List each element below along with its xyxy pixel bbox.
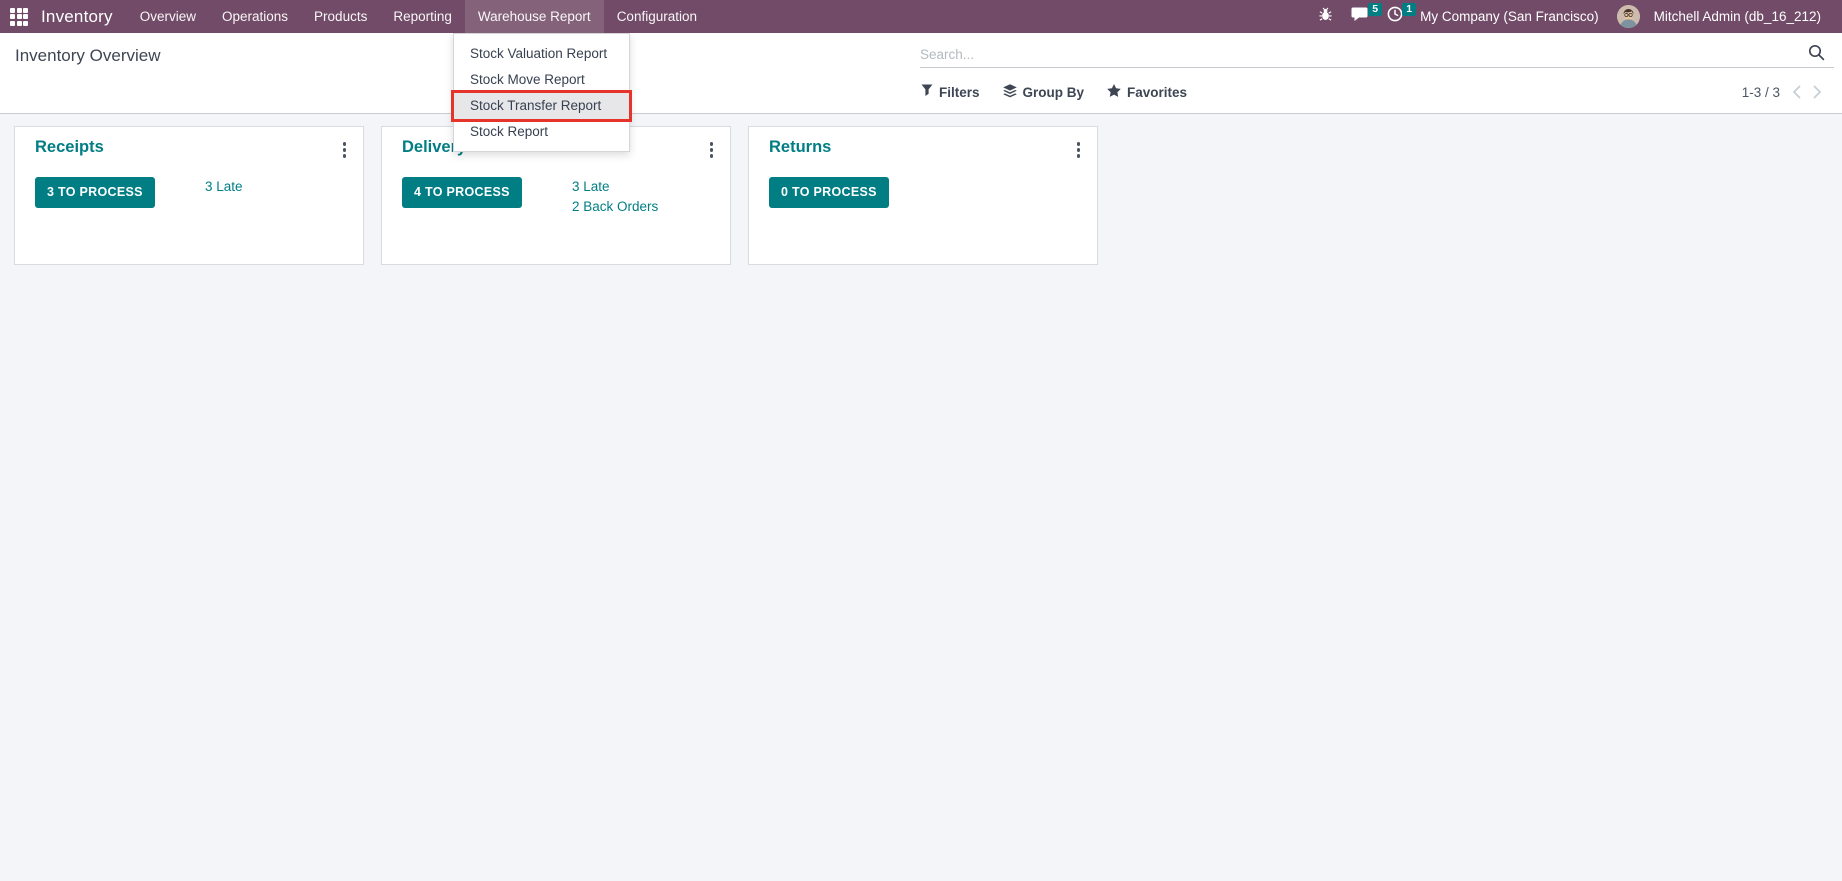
filter-funnel-icon: [921, 84, 933, 100]
dropdown-item-stock-move-report[interactable]: Stock Move Report: [454, 67, 629, 93]
pager: 1-3 / 3: [1742, 77, 1822, 107]
to-process-button[interactable]: 3 TO PROCESS: [35, 177, 155, 208]
menu-item-configuration[interactable]: Configuration: [604, 0, 710, 33]
debug-button[interactable]: [1309, 0, 1342, 33]
to-process-button[interactable]: 4 TO PROCESS: [402, 177, 522, 208]
dropdown-item-stock-valuation-report[interactable]: Stock Valuation Report: [454, 41, 629, 67]
clock-icon: [1387, 6, 1403, 27]
filters-label: Filters: [939, 85, 980, 100]
main-menu: Overview Operations Products Reporting W…: [127, 0, 710, 33]
apps-grid-icon: [10, 8, 28, 26]
systray: 5 1 My Company (San Francisco): [1309, 0, 1842, 33]
card-receipts: Receipts 3 TO PROCESS 3 Late: [14, 126, 364, 265]
card-returns: Returns 0 TO PROCESS: [748, 126, 1098, 265]
pager-previous-button[interactable]: [1792, 85, 1801, 99]
late-link[interactable]: 3 Late: [205, 179, 243, 194]
inventory-overview-page: Inventory Overview Operations Products R…: [0, 0, 1842, 881]
menu-item-products[interactable]: Products: [301, 0, 380, 33]
dropdown-item-stock-transfer-report[interactable]: Stock Transfer Report: [454, 93, 629, 119]
page-title: Inventory Overview: [15, 46, 161, 66]
favorites-label: Favorites: [1127, 85, 1187, 100]
user-avatar[interactable]: [1617, 5, 1640, 28]
search-facets: Filters Group By Favorit: [921, 77, 1187, 107]
star-icon: [1107, 84, 1121, 100]
menu-item-reporting[interactable]: Reporting: [380, 0, 465, 33]
filters-button[interactable]: Filters: [921, 84, 980, 100]
pager-value[interactable]: 1-3 / 3: [1742, 85, 1780, 100]
to-process-button[interactable]: 0 TO PROCESS: [769, 177, 889, 208]
menu-item-warehouse-report[interactable]: Warehouse Report: [465, 0, 604, 33]
warehouse-report-dropdown: Stock Valuation Report Stock Move Report…: [453, 33, 630, 152]
card-title[interactable]: Receipts: [35, 138, 104, 157]
menu-item-operations[interactable]: Operations: [209, 0, 301, 33]
search-underline: [920, 67, 1834, 68]
bug-icon: [1318, 7, 1333, 27]
chat-bubble-icon: [1351, 6, 1369, 27]
card-links: 3 Late: [205, 179, 243, 194]
activities-count-badge: 1: [1402, 3, 1416, 16]
pager-next-button[interactable]: [1813, 85, 1822, 99]
dropdown-item-stock-report[interactable]: Stock Report: [454, 119, 629, 145]
company-selector[interactable]: My Company (San Francisco): [1412, 9, 1607, 24]
back-orders-link[interactable]: 2 Back Orders: [572, 199, 658, 214]
top-navbar: Inventory Overview Operations Products R…: [0, 0, 1842, 33]
card-links: 3 Late 2 Back Orders: [572, 179, 658, 214]
group-by-label: Group By: [1023, 85, 1085, 100]
control-panel: Inventory Overview Filters: [0, 33, 1842, 114]
search-icon[interactable]: [1808, 44, 1825, 66]
layers-icon: [1003, 84, 1017, 101]
card-title[interactable]: Returns: [769, 138, 831, 157]
cards-row: Receipts 3 TO PROCESS 3 Late Delivery Or…: [0, 114, 1842, 265]
group-by-button[interactable]: Group By: [1003, 84, 1085, 101]
favorites-button[interactable]: Favorites: [1107, 84, 1187, 100]
search-input[interactable]: [920, 41, 1800, 67]
activities-button[interactable]: 1: [1378, 0, 1412, 33]
user-menu[interactable]: Mitchell Admin (db_16_212): [1646, 9, 1829, 24]
kebab-menu-icon[interactable]: [1074, 139, 1084, 161]
navbar-spacer: [710, 0, 1309, 33]
messages-button[interactable]: 5: [1342, 0, 1378, 33]
apps-menu-button[interactable]: [0, 0, 37, 33]
kanban-content: Receipts 3 TO PROCESS 3 Late Delivery Or…: [0, 114, 1842, 881]
menu-item-overview[interactable]: Overview: [127, 0, 209, 33]
kebab-menu-icon[interactable]: [707, 139, 717, 161]
kebab-menu-icon[interactable]: [340, 139, 350, 161]
app-name[interactable]: Inventory: [37, 0, 127, 33]
late-link[interactable]: 3 Late: [572, 179, 658, 194]
